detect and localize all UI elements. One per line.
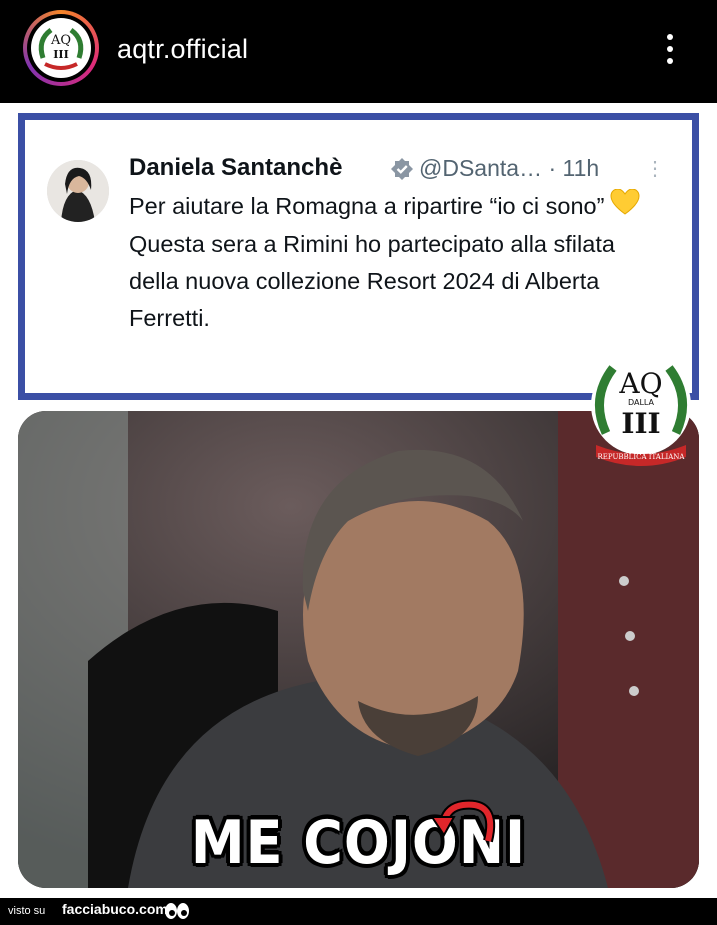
footer-site[interactable]: facciabuco.com [62,901,168,917]
svg-text:REPUBBLICA ITALIANA: REPUBBLICA ITALIANA [598,453,686,461]
yellow-heart-icon [610,188,640,226]
eyes-icon [163,902,191,920]
aq-logo-watermark: AQ DALLA III REPUBBLICA ITALIANA [588,353,694,471]
svg-text:III: III [53,48,68,61]
post-image: Daniela Santanchè @DSanta… · 11h ⋮ Per a… [0,103,717,898]
tweet-time: · 11h [548,155,600,181]
tweet-paragraph-2: Questa sera a Rimini ho partecipato alla… [129,231,615,332]
username[interactable]: aqtr.official [117,34,248,65]
svg-text:III: III [621,407,660,440]
tweet-text: Per aiutare la Romagna a ripartire “io c… [129,188,669,337]
curved-arrow-icon [428,791,508,851]
profile-avatar[interactable]: AQ III [23,10,99,86]
screen: AQ III aqtr.official Daniela Santanchè @… [0,0,717,925]
more-vertical-icon[interactable] [655,28,685,70]
tweet-paragraph-1: Per aiutare la Romagna a ripartire “io c… [129,193,605,219]
post-header: AQ III aqtr.official [0,0,717,103]
meme-caption: ME COJONI [190,807,527,878]
footer-visto: visto su [8,905,46,917]
meme-photo: ME COJONI [18,411,699,888]
svg-text:AQ: AQ [50,33,71,48]
svg-text:AQ: AQ [618,367,662,400]
verified-badge-icon [391,158,413,180]
tweet-handle: @DSanta… · 11h [419,155,600,181]
tweet-more-icon: ⋮ [645,158,665,180]
aq-avatar-logo: AQ III [31,18,91,78]
svg-text:DALLA: DALLA [628,398,655,407]
watermark-footer: visto su facciabuco.com [0,898,717,925]
tweet-author-name: Daniela Santanchè [129,154,343,181]
tweet-author-avatar [47,160,109,222]
